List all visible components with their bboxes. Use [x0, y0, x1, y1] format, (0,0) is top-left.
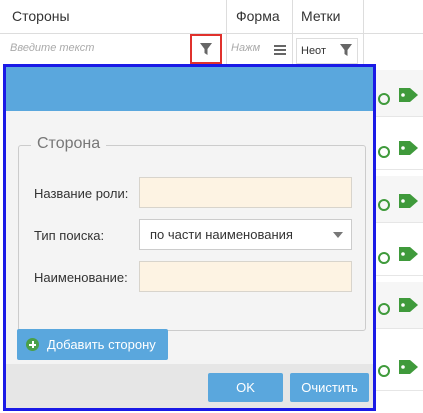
link-icon[interactable]	[377, 198, 391, 212]
menu-icon[interactable]	[273, 43, 287, 57]
column-header-tags[interactable]: Метки	[301, 0, 341, 33]
name-input[interactable]	[139, 261, 352, 292]
add-icon	[26, 338, 39, 351]
search-type-select[interactable]: по части наименования	[139, 219, 352, 250]
form-filter-input[interactable]: Нажм	[229, 38, 275, 60]
tag-icon[interactable]	[398, 296, 420, 314]
ok-button[interactable]: OK	[208, 373, 283, 402]
role-name-input[interactable]	[139, 177, 352, 208]
add-party-button[interactable]: Добавить сторону	[17, 329, 168, 360]
popup-footer: OK Очистить	[6, 364, 373, 408]
link-icon[interactable]	[377, 302, 391, 316]
link-icon[interactable]	[377, 92, 391, 106]
clear-button[interactable]: Очистить	[290, 373, 369, 402]
tag-icon[interactable]	[398, 86, 420, 104]
tags-filter-value: Неот	[301, 45, 326, 57]
tag-icon[interactable]	[398, 139, 420, 157]
link-icon[interactable]	[377, 364, 391, 378]
popup-header	[6, 67, 373, 111]
tag-icon[interactable]	[398, 358, 420, 376]
party-filter-popup: Сторона Название роли: Тип поиска: по ча…	[3, 64, 376, 411]
search-type-value: по части наименования	[150, 227, 293, 242]
link-icon[interactable]	[377, 145, 391, 159]
name-label: Наименование:	[34, 270, 128, 285]
role-name-label: Название роли:	[34, 186, 129, 201]
filter-icon[interactable]	[199, 42, 213, 56]
add-party-button-label: Добавить сторону	[47, 337, 156, 352]
popup-body: Сторона Название роли: Тип поиска: по ча…	[6, 111, 373, 364]
filter-row: Введите текст Нажм Неот	[0, 34, 423, 66]
link-icon[interactable]	[377, 251, 391, 265]
fieldset-legend: Сторона	[31, 135, 107, 153]
party-fieldset: Сторона Название роли: Тип поиска: по ча…	[18, 135, 366, 331]
tag-icon[interactable]	[398, 192, 420, 210]
column-header-parties[interactable]: Стороны	[12, 0, 70, 33]
column-header-form[interactable]: Форма	[236, 0, 280, 33]
chevron-down-icon	[333, 232, 343, 238]
parties-filter-input[interactable]: Введите текст	[4, 38, 185, 60]
tag-icon[interactable]	[398, 245, 420, 263]
table-header: Стороны Форма Метки	[0, 0, 423, 34]
search-type-label: Тип поиска:	[34, 228, 105, 243]
filter-icon[interactable]	[339, 43, 353, 57]
